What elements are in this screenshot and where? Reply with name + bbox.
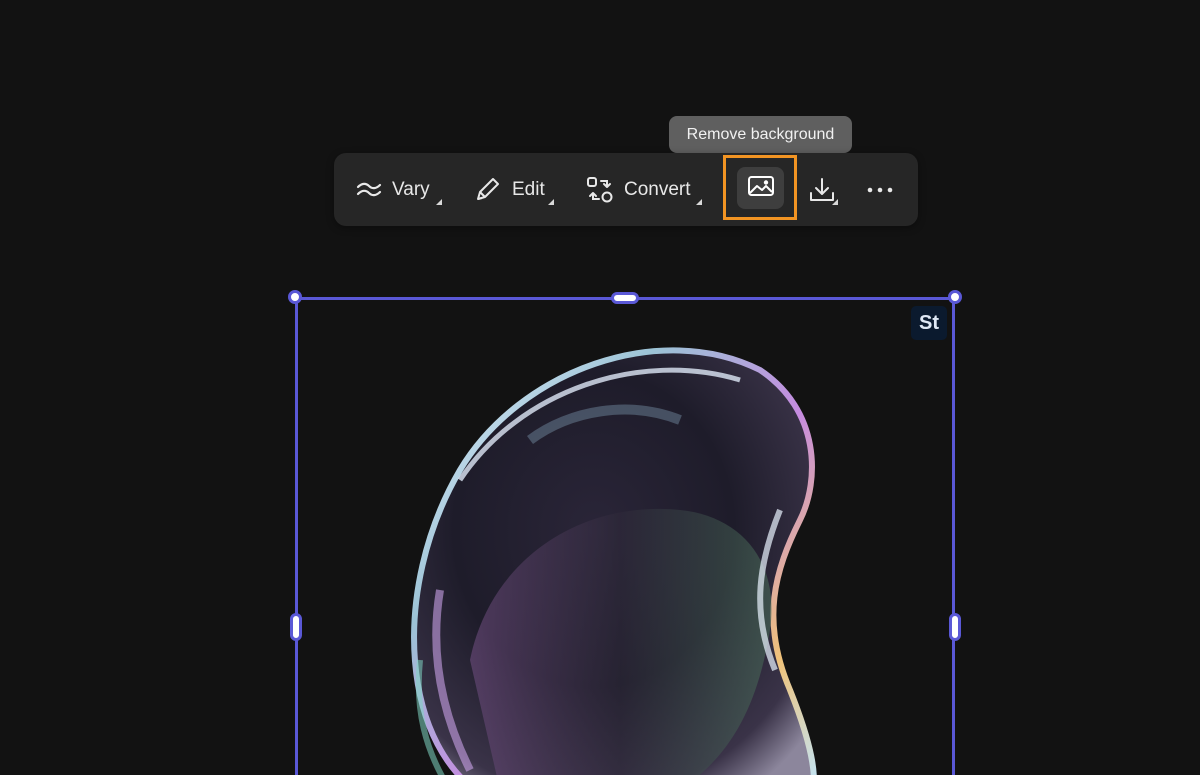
download-button[interactable] xyxy=(808,153,838,226)
more-options-button[interactable] xyxy=(867,153,893,226)
selection-frame xyxy=(295,297,955,775)
vary-label: Vary xyxy=(392,178,430,200)
resize-handle-top[interactable] xyxy=(611,292,639,304)
pencil-icon xyxy=(472,175,502,205)
remove-background-button[interactable] xyxy=(737,167,784,209)
edit-button[interactable]: Edit xyxy=(472,153,554,226)
canvas: Remove background Vary Edit Convert St xyxy=(0,0,1200,775)
resize-handle-right[interactable] xyxy=(949,613,961,641)
image-toolbar: Vary Edit Convert xyxy=(334,153,918,226)
remove-background-tooltip: Remove background xyxy=(669,116,852,153)
edit-label: Edit xyxy=(512,178,545,200)
edit-caret-icon xyxy=(548,199,554,205)
convert-label: Convert xyxy=(624,178,691,200)
resize-handle-top-right[interactable] xyxy=(948,290,962,304)
convert-button[interactable]: Convert xyxy=(586,153,702,226)
more-icon xyxy=(867,186,893,194)
download-caret-icon xyxy=(832,199,838,205)
stock-badge: St xyxy=(911,306,947,340)
remove-background-highlight xyxy=(723,155,797,220)
vary-caret-icon xyxy=(436,199,442,205)
vary-button[interactable]: Vary xyxy=(356,153,442,226)
image-icon xyxy=(747,174,775,203)
convert-icon xyxy=(586,176,614,204)
resize-handle-left[interactable] xyxy=(290,613,302,641)
resize-handle-top-left[interactable] xyxy=(288,290,302,304)
convert-caret-icon xyxy=(696,199,702,205)
vary-icon xyxy=(356,180,382,200)
